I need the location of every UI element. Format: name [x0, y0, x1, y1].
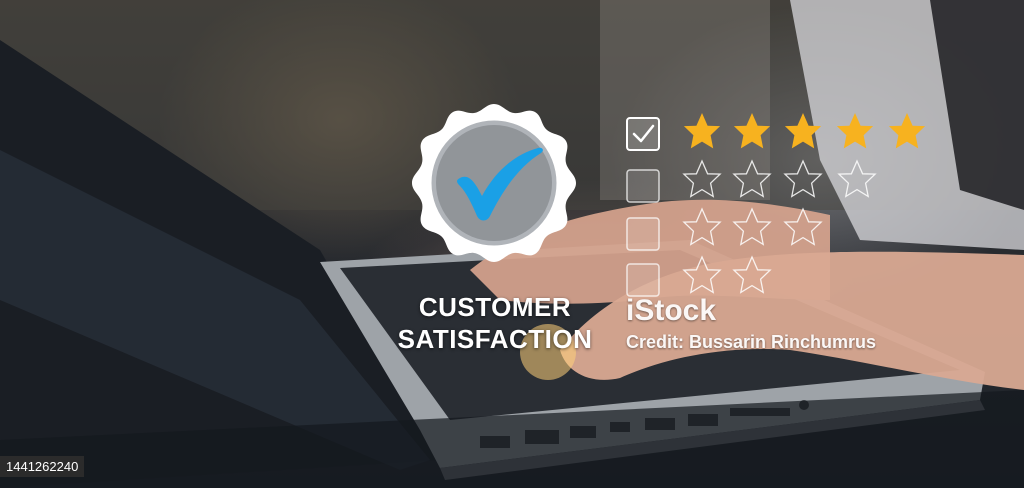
star-outline-icon — [733, 256, 771, 294]
star-outline-icon — [733, 160, 771, 198]
star-filled-icon — [784, 113, 822, 149]
checkbox-checked — [626, 117, 660, 151]
watermark-logo: iStock — [626, 294, 717, 327]
star-outline-icon — [784, 208, 822, 246]
star-outline-icon — [683, 160, 721, 198]
star-filled-icon — [888, 113, 926, 149]
star-filled-icon — [733, 113, 771, 149]
star-filled-icon — [683, 113, 721, 149]
star-outline-icon — [733, 208, 771, 246]
checkbox-empty — [626, 263, 660, 297]
verified-badge-icon — [412, 104, 576, 262]
stock-id-tag: 1441262240 — [0, 456, 85, 477]
star-filled-icon — [836, 113, 874, 149]
star-outline-icon — [683, 256, 721, 294]
photo: CUSTOMER SATISFACTION iStock Credit: Bus… — [0, 0, 1024, 488]
star-outline-icon — [784, 160, 822, 198]
watermark-credit: Credit: Bussarin Rinchumrus — [626, 332, 877, 352]
star-outline-icon — [838, 160, 876, 198]
checkbox-empty — [626, 169, 660, 203]
checkbox-empty — [626, 217, 660, 251]
headline-customer: CUSTOMER — [418, 292, 572, 322]
headline-satisfaction: SATISFACTION — [397, 324, 593, 354]
star-outline-icon — [683, 208, 721, 246]
